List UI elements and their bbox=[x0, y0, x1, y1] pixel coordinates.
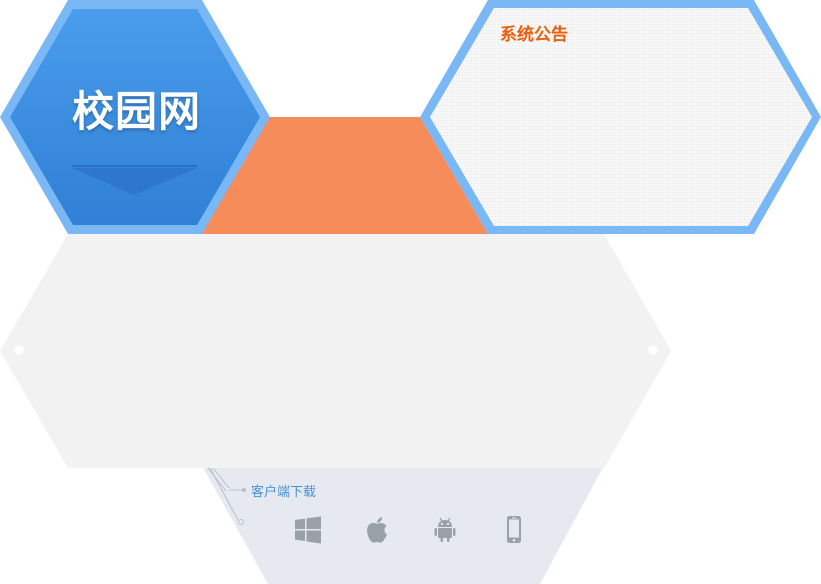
download-label: 客户端下载 bbox=[251, 485, 317, 500]
windows-icon[interactable] bbox=[293, 514, 323, 546]
panel-dot-left bbox=[14, 345, 24, 355]
panel-dot-right bbox=[648, 345, 658, 355]
brand-title: 校园网 bbox=[72, 87, 202, 136]
decor-dot-1 bbox=[242, 488, 246, 492]
main-login-panel bbox=[0, 234, 671, 468]
apple-icon[interactable] bbox=[362, 514, 392, 546]
logo-divider bbox=[72, 165, 197, 167]
android-icon[interactable] bbox=[430, 514, 460, 546]
phone-icon[interactable] bbox=[499, 514, 529, 546]
notice-title: 系统公告 bbox=[500, 25, 568, 45]
notice-hexagon bbox=[430, 8, 812, 226]
